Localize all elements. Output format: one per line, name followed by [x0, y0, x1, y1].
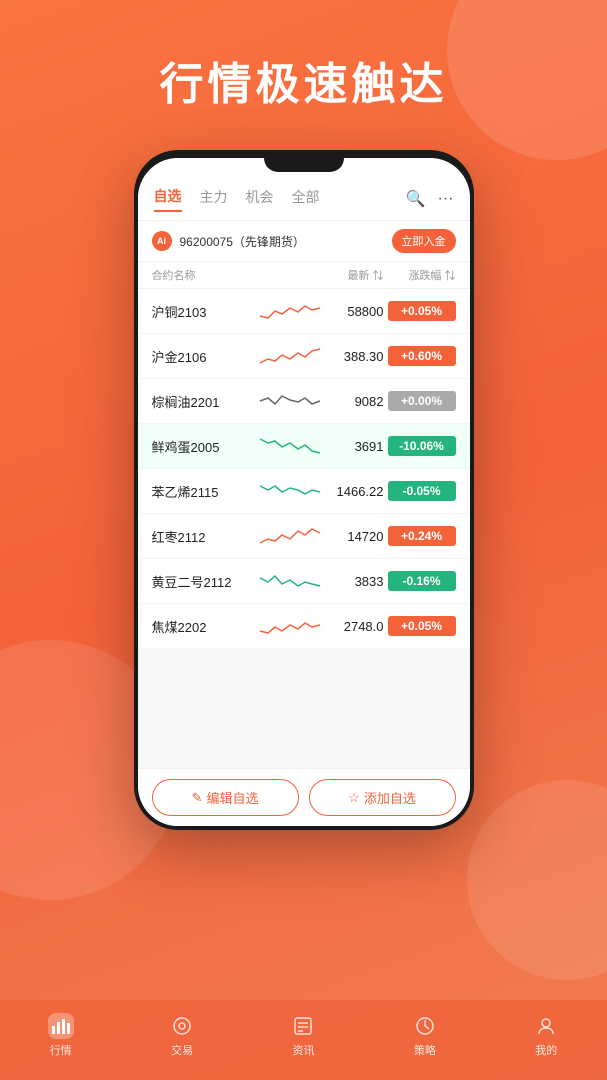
stock-row[interactable]: 黄豆二号2112 3833 -0.16% [138, 559, 470, 604]
col-change-header[interactable]: 涨跌幅 ⇅ [384, 267, 456, 283]
app-content: 自选 主力 机会 全部 🔍 ··· Ai 96200075（先锋期货） 立即入金… [138, 158, 470, 826]
column-header: 合约名称 最新 ⇅ 涨跌幅 ⇅ [138, 262, 470, 289]
stock-change: +0.00% [388, 391, 456, 411]
stock-price: 14720 [326, 529, 384, 544]
nav-item-trade[interactable]: 交易 [169, 1013, 195, 1058]
trade-icon [169, 1013, 195, 1039]
stock-chart [260, 431, 320, 461]
stock-name: 黄豆二号2112 [152, 572, 254, 591]
col-price-header[interactable]: 最新 ⇅ [314, 267, 384, 283]
nav-item-news[interactable]: 资讯 [290, 1013, 316, 1058]
stock-chart [260, 521, 320, 551]
stock-chart [260, 611, 320, 641]
stock-row[interactable]: 棕榈油2201 9082 +0.00% [138, 379, 470, 424]
stock-name: 红枣2112 [152, 527, 254, 546]
stock-row[interactable]: 沪金2106 388.30 +0.60% [138, 334, 470, 379]
tab-zhuli[interactable]: 主力 [200, 187, 228, 211]
banner-logo: Ai [152, 231, 172, 251]
nav-item-strategy[interactable]: 策略 [412, 1013, 438, 1058]
search-icon[interactable]: 🔍 [406, 189, 426, 209]
stock-chart [260, 386, 320, 416]
stock-row[interactable]: 焦煤2202 2748.0 +0.05% [138, 604, 470, 649]
stock-name: 焦煤2202 [152, 617, 254, 636]
edit-label: 编辑自选 [206, 788, 258, 807]
deco-circle-right [467, 780, 607, 980]
banner-logo-text: Ai [157, 236, 166, 246]
stock-name: 沪铜2103 [152, 302, 254, 321]
edit-watchlist-button[interactable]: ✎ 编辑自选 [152, 779, 299, 816]
stock-change: -10.06% [388, 436, 456, 456]
tab-jihui[interactable]: 机会 [246, 187, 274, 211]
phone-notch [264, 150, 344, 172]
add-label: 添加自选 [364, 788, 416, 807]
phone-screen: 自选 主力 机会 全部 🔍 ··· Ai 96200075（先锋期货） 立即入金… [138, 158, 470, 826]
profile-icon [533, 1013, 559, 1039]
page-title: 行情极速触达 [0, 48, 607, 112]
stock-name: 沪金2106 [152, 347, 254, 366]
bottom-buttons: ✎ 编辑自选 ☆ 添加自选 [138, 768, 470, 826]
nav-label-strategy: 策略 [414, 1042, 436, 1058]
stock-chart [260, 476, 320, 506]
edit-icon: ✎ [192, 790, 203, 806]
stock-price: 3691 [326, 439, 384, 454]
nav-label-news: 资讯 [292, 1042, 314, 1058]
stock-name: 棕榈油2201 [152, 392, 254, 411]
phone-mockup: 自选 主力 机会 全部 🔍 ··· Ai 96200075（先锋期货） 立即入金… [134, 150, 474, 830]
stock-row[interactable]: 鲜鸡蛋2005 3691 -10.06% [138, 424, 470, 469]
stock-change: +0.05% [388, 301, 456, 321]
strategy-icon [412, 1013, 438, 1039]
stock-price: 9082 [326, 394, 384, 409]
bottom-nav: 行情 交易 资讯 策略 [0, 1000, 607, 1080]
market-icon [48, 1013, 74, 1039]
stock-change: +0.05% [388, 616, 456, 636]
stock-chart [260, 341, 320, 371]
banner: Ai 96200075（先锋期货） 立即入金 [138, 221, 470, 262]
nav-item-profile[interactable]: 我的 [533, 1013, 559, 1058]
news-icon [290, 1013, 316, 1039]
nav-label-trade: 交易 [171, 1042, 193, 1058]
star-icon: ☆ [348, 790, 360, 806]
stock-row[interactable]: 沪铜2103 58800 +0.05% [138, 289, 470, 334]
stock-row[interactable]: 苯乙烯2115 1466.22 -0.05% [138, 469, 470, 514]
tab-quanbu[interactable]: 全部 [292, 187, 320, 211]
stock-price: 1466.22 [326, 484, 384, 499]
col-name-header: 合约名称 [152, 267, 314, 283]
tab-zixuan[interactable]: 自选 [154, 186, 182, 212]
banner-text: 96200075（先锋期货） [180, 233, 392, 250]
banner-button[interactable]: 立即入金 [392, 229, 456, 253]
nav-label-market: 行情 [50, 1042, 72, 1058]
stock-chart [260, 566, 320, 596]
stock-row[interactable]: 红枣2112 14720 +0.24% [138, 514, 470, 559]
nav-item-market[interactable]: 行情 [48, 1013, 74, 1058]
stock-price: 3833 [326, 574, 384, 589]
stock-name: 苯乙烯2115 [152, 482, 254, 501]
stock-list: 沪铜2103 58800 +0.05% 沪金2106 388.30 +0.60% [138, 289, 470, 768]
stock-price: 2748.0 [326, 619, 384, 634]
stock-price: 388.30 [326, 349, 384, 364]
add-watchlist-button[interactable]: ☆ 添加自选 [309, 779, 456, 816]
more-icon[interactable]: ··· [438, 190, 454, 208]
stock-change: -0.05% [388, 481, 456, 501]
stock-change: -0.16% [388, 571, 456, 591]
stock-name: 鲜鸡蛋2005 [152, 437, 254, 456]
stock-change: +0.24% [388, 526, 456, 546]
nav-label-profile: 我的 [535, 1042, 557, 1058]
stock-chart [260, 296, 320, 326]
stock-price: 58800 [326, 304, 384, 319]
stock-change: +0.60% [388, 346, 456, 366]
